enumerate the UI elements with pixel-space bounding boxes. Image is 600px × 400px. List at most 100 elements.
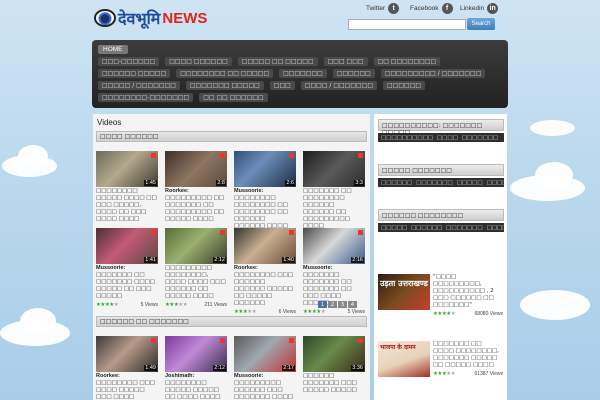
nav-item[interactable]: □□□□□□□□-□□□□□□□ [98,93,194,102]
video-card[interactable]: 1:40 Roorkee: □□□□□□□□ □□□ □□□□□□ □□□□□□ … [234,228,296,315]
video-caption[interactable]: Roorkee: □□□□□□□□ □□□ □□□□ □□□□□ □□□ □□□… [96,373,158,400]
nav-item[interactable]: □□□□□□□ □□□□□ [185,81,264,90]
video-duration: 2:12 [213,365,226,371]
video-thumbnail[interactable]: 1:45 [96,151,158,187]
video-duration: 1:45 [144,180,157,186]
video-thumbnail[interactable]: 3:36 [303,336,365,372]
nav-item[interactable]: □□□□□□ □□□□□ [98,69,171,78]
search-input[interactable] [348,19,466,30]
sidebar-tab[interactable]: □□□□ [487,180,508,186]
nav-item[interactable]: □□□□□□□□□ / □□□□□□□ [380,69,486,78]
video-caption[interactable]: "□□□□ □□□□□□□□□, □□□□□□□□□□ , 2 □□□ □□□□… [433,274,503,309]
video-caption[interactable]: □□□□□□□□□ □□□□□□□□, □□□□ □□□□ □□□ □□□□□□… [165,265,227,300]
video-thumbnail[interactable]: 2:16 [303,228,365,264]
nav-item[interactable]: □□□-□□□□□□ [98,57,160,66]
video-caption[interactable]: □□□□□□□□ □□□□□ □□□□ □□ □□□ □□□□□, □□□□ □… [96,188,158,223]
star-icons: ★★★★★ [433,371,456,377]
hd-badge-icon [220,153,225,158]
nav-home[interactable]: HOME [98,45,128,54]
video-thumbnail[interactable]: 3:3 [303,151,365,187]
video-title: □□□□□□□□ □□□ □□□□ □□□□□ □□□ □□□□ [96,380,155,400]
video-thumbnail[interactable]: 1:41 [96,228,158,264]
nav-item[interactable]: □□ □□□□□□□□ [373,57,441,66]
social-linkedin[interactable]: Linkedin in [460,3,499,14]
video-card[interactable]: 2:8 Roorkee: □□□□□□□□□ □□ □□□□□□□ □□ □□□□… [165,151,227,223]
nav-item[interactable]: □□□□ □□□□□□ [165,57,232,66]
nav-item[interactable]: □□□ □□□ [323,57,368,66]
sidebar-tab[interactable]: □□□□□□ [381,180,412,186]
sidebar-tab[interactable]: □□□□□□□ [462,135,498,141]
sidebar-video-1[interactable]: उड़ता उत्तराखण्ड "□□□□ □□□□□□□□□, □□□□□□… [378,274,504,318]
video-caption[interactable]: Mussoorie: □□□□□□□□□ □□□□□□ □□□ □□□□□□□ … [234,373,296,400]
nav-item[interactable]: □□□□□□ [383,81,426,90]
video-duration: 3:36 [351,365,364,371]
video-caption[interactable]: □□□□□□□ □□ □□□□ □□□□□□□□, □□□□□□□ □□□□□ … [433,341,503,369]
hd-badge-icon [289,153,294,158]
sidebar-video-2[interactable]: भाजपा के दामन □□□□□□□ □□ □□□□ □□□□□□□□, … [378,341,504,378]
video-title: □□□□□□□□□ □□ □□□□□□□ □□ □□□□□□□□□ □□ □□□… [165,195,224,222]
sidebar-tab[interactable]: □□□□□ [457,180,483,186]
tab-popular-videos[interactable]: □□□□□□ □□ □□□□□□□ [96,316,367,327]
video-caption[interactable]: Mussoorie: □□□□□□□□ □□□□□□□□ □□ □□□□□□□□… [234,188,296,230]
pager-button[interactable]: 1 [318,301,327,308]
search-button[interactable]: Search [467,18,495,30]
social-facebook[interactable]: Facebook f [410,3,453,14]
video-thumbnail[interactable]: उड़ता उत्तराखण्ड [378,274,430,310]
sidebar-tab-bar: □□□□□□□□□□□□□□□□□□□□□□ [378,223,507,232]
facebook-icon[interactable]: f [441,3,453,14]
nav-item[interactable]: □□□□□□ [332,69,375,78]
star-icons: ★★★★★ [234,309,257,315]
linkedin-icon[interactable]: in [487,3,499,14]
tab-latest-videos[interactable]: □□□□ □□□□□□ [96,131,367,142]
video-thumbnail[interactable]: 2:6 [234,151,296,187]
video-caption[interactable]: Mussoorie: □□□□□□□ □□ □□□□□□□ □□□□ □□□□□… [96,265,158,300]
video-thumbnail[interactable]: 2:8 [165,151,227,187]
sidebar-tab[interactable]: □□□□□□□□□□ [381,135,433,141]
video-caption[interactable]: Roorkee: □□□□□□□□□ □□ □□□□□□□ □□ □□□□□□□… [165,188,227,223]
video-thumbnail[interactable]: 1:49 [96,336,158,372]
pager-button[interactable]: 4 [348,301,357,308]
video-thumbnail[interactable]: 2:12 [165,336,227,372]
video-card[interactable]: 1:45 □□□□□□□□ □□□□□ □□□□ □□ □□□ □□□□□, □… [96,151,158,223]
video-thumbnail[interactable]: 2:17 [234,336,296,372]
site-logo[interactable]: देवभूमि NEWS [94,7,207,29]
star-icons: ★★★★★ [433,311,456,317]
nav-item[interactable]: □□□□□ / □□□□□□□ [98,81,180,90]
video-card[interactable]: 3:36 □□□□□□ □□□□□□□ □□□ □□□□□ □□□□□ [303,336,365,394]
sidebar-tab[interactable]: □□□□□□ [411,225,442,231]
video-card[interactable]: 2:6 Mussoorie: □□□□□□□□ □□□□□□□□ □□ □□□□□… [234,151,296,230]
nav-item[interactable]: □□□ [269,81,295,90]
nav-item[interactable]: □□□□□□□□ □□ □□□□□ [176,69,274,78]
video-card[interactable]: 1:41 Mussoorie: □□□□□□□ □□ □□□□□□□ □□□□ □… [96,228,158,308]
video-caption[interactable]: □□□□□□ □□□□□□□ □□□ □□□□□ □□□□□ [303,373,365,394]
hd-badge-icon [358,230,363,235]
video-thumbnail[interactable]: 1:40 [234,228,296,264]
video-card[interactable]: 2:17 Mussoorie: □□□□□□□□□ □□□□□□ □□□ □□□□… [234,336,296,400]
video-card[interactable]: 2:12 Joshimath: □□□□□□□□ □□□□□ □□□□□ □□ □… [165,336,227,400]
pager-button[interactable]: 2 [328,301,337,308]
sidebar-tab[interactable]: □□□□□□□ [416,180,452,186]
sidebar-tab[interactable]: □□□□ [487,225,508,231]
video-thumbnail[interactable]: 2:12 [165,228,227,264]
sidebar-tab[interactable]: □□□□□ [381,225,407,231]
social-twitter[interactable]: Twitter t [366,3,400,14]
facebook-label: Facebook [410,5,439,12]
nav-item[interactable]: □□□□ / □□□□□□□ [300,81,378,90]
video-duration: 2:6 [285,180,295,186]
logo-hindi-text: देवभूमि [118,9,161,28]
twitter-icon[interactable]: t [388,3,400,14]
video-duration: 2:16 [351,257,364,263]
video-caption[interactable]: Joshimath: □□□□□□□□ □□□□□ □□□□□ □□ □□□□ … [165,373,227,400]
video-card[interactable]: 3:3 □□□□□□□ □□ □□□□□□□□ □□□□□□ □□□□□□ □□… [303,151,365,230]
video-caption[interactable]: Roorkee: □□□□□□□□ □□□ □□□□□□ □□□□□□ □□□□… [234,265,296,307]
nav-item[interactable]: □□ □□ □□□□□□ [199,93,268,102]
nav-item[interactable]: □□□□□ □□ □□□□□ [237,57,318,66]
nav-item[interactable]: □□□□□□□ [279,69,327,78]
video-caption[interactable]: □□□□□□□ □□ □□□□□□□□ □□□□□□ □□□□□□ □□ □□□… [303,188,365,230]
video-card[interactable]: 1:49 Roorkee: □□□□□□□□ □□□ □□□□ □□□□□ □□□… [96,336,158,400]
sidebar-tab[interactable]: □□□□□□□ [446,225,482,231]
video-thumbnail[interactable]: भाजपा के दामन [378,341,430,377]
video-card[interactable]: 2:12 □□□□□□□□□ □□□□□□□□, □□□□ □□□□ □□□ □… [165,228,227,308]
pager-button[interactable]: 3 [338,301,347,308]
sidebar-tab[interactable]: □□□□ [437,135,458,141]
